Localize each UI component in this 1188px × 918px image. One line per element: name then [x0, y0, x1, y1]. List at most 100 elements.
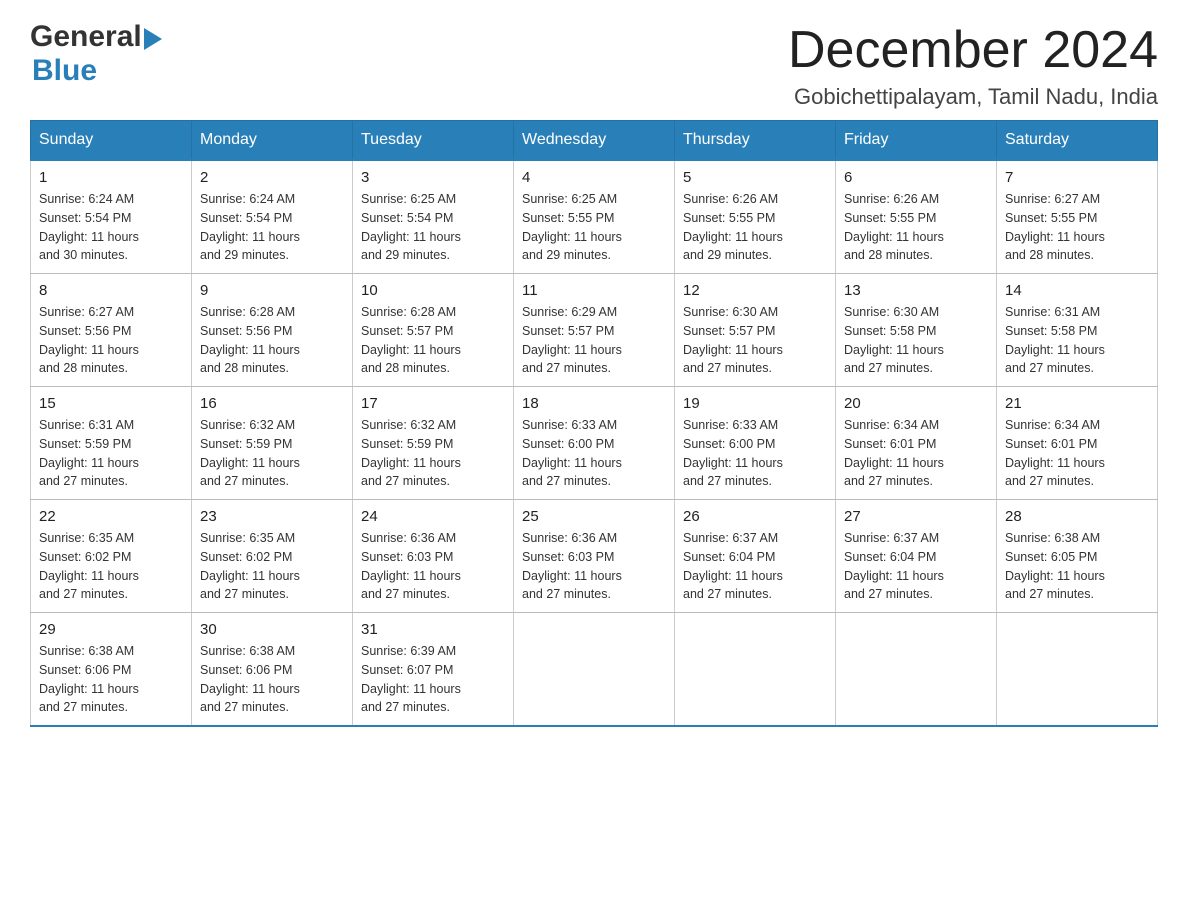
day-number: 25 — [522, 508, 666, 525]
header-tuesday: Tuesday — [353, 121, 514, 161]
calendar-cell: 20 Sunrise: 6:34 AM Sunset: 6:01 PM Dayl… — [836, 387, 997, 500]
day-number: 23 — [200, 508, 344, 525]
day-info: Sunrise: 6:34 AM Sunset: 6:01 PM Dayligh… — [1005, 416, 1149, 491]
calendar-cell: 26 Sunrise: 6:37 AM Sunset: 6:04 PM Dayl… — [675, 500, 836, 613]
logo: General Blue — [30, 20, 162, 88]
day-number: 28 — [1005, 508, 1149, 525]
calendar-cell: 19 Sunrise: 6:33 AM Sunset: 6:00 PM Dayl… — [675, 387, 836, 500]
day-number: 5 — [683, 169, 827, 186]
calendar-week-2: 8 Sunrise: 6:27 AM Sunset: 5:56 PM Dayli… — [31, 274, 1158, 387]
header-wednesday: Wednesday — [514, 121, 675, 161]
day-info: Sunrise: 6:39 AM Sunset: 6:07 PM Dayligh… — [361, 642, 505, 717]
day-number: 31 — [361, 621, 505, 638]
day-info: Sunrise: 6:38 AM Sunset: 6:05 PM Dayligh… — [1005, 529, 1149, 604]
calendar-cell: 6 Sunrise: 6:26 AM Sunset: 5:55 PM Dayli… — [836, 160, 997, 274]
calendar-cell: 30 Sunrise: 6:38 AM Sunset: 6:06 PM Dayl… — [192, 613, 353, 727]
day-number: 4 — [522, 169, 666, 186]
day-info: Sunrise: 6:28 AM Sunset: 5:56 PM Dayligh… — [200, 303, 344, 378]
day-number: 14 — [1005, 282, 1149, 299]
day-number: 18 — [522, 395, 666, 412]
calendar-table: Sunday Monday Tuesday Wednesday Thursday… — [30, 120, 1158, 727]
logo-blue-text: Blue — [32, 54, 97, 87]
day-number: 24 — [361, 508, 505, 525]
day-number: 13 — [844, 282, 988, 299]
calendar-cell: 9 Sunrise: 6:28 AM Sunset: 5:56 PM Dayli… — [192, 274, 353, 387]
month-title: December 2024 — [788, 20, 1158, 80]
day-number: 3 — [361, 169, 505, 186]
calendar-cell: 4 Sunrise: 6:25 AM Sunset: 5:55 PM Dayli… — [514, 160, 675, 274]
day-info: Sunrise: 6:26 AM Sunset: 5:55 PM Dayligh… — [844, 190, 988, 265]
day-number: 1 — [39, 169, 183, 186]
day-info: Sunrise: 6:27 AM Sunset: 5:55 PM Dayligh… — [1005, 190, 1149, 265]
day-info: Sunrise: 6:24 AM Sunset: 5:54 PM Dayligh… — [200, 190, 344, 265]
calendar-week-4: 22 Sunrise: 6:35 AM Sunset: 6:02 PM Dayl… — [31, 500, 1158, 613]
calendar-cell: 13 Sunrise: 6:30 AM Sunset: 5:58 PM Dayl… — [836, 274, 997, 387]
calendar-cell: 14 Sunrise: 6:31 AM Sunset: 5:58 PM Dayl… — [997, 274, 1158, 387]
day-info: Sunrise: 6:32 AM Sunset: 5:59 PM Dayligh… — [361, 416, 505, 491]
calendar-cell: 12 Sunrise: 6:30 AM Sunset: 5:57 PM Dayl… — [675, 274, 836, 387]
day-info: Sunrise: 6:38 AM Sunset: 6:06 PM Dayligh… — [200, 642, 344, 717]
header-monday: Monday — [192, 121, 353, 161]
header-friday: Friday — [836, 121, 997, 161]
header-saturday: Saturday — [997, 121, 1158, 161]
calendar-cell: 25 Sunrise: 6:36 AM Sunset: 6:03 PM Dayl… — [514, 500, 675, 613]
day-info: Sunrise: 6:35 AM Sunset: 6:02 PM Dayligh… — [200, 529, 344, 604]
calendar-cell: 22 Sunrise: 6:35 AM Sunset: 6:02 PM Dayl… — [31, 500, 192, 613]
day-number: 19 — [683, 395, 827, 412]
calendar-cell: 31 Sunrise: 6:39 AM Sunset: 6:07 PM Dayl… — [353, 613, 514, 727]
calendar-cell: 17 Sunrise: 6:32 AM Sunset: 5:59 PM Dayl… — [353, 387, 514, 500]
day-info: Sunrise: 6:26 AM Sunset: 5:55 PM Dayligh… — [683, 190, 827, 265]
day-info: Sunrise: 6:25 AM Sunset: 5:54 PM Dayligh… — [361, 190, 505, 265]
day-number: 15 — [39, 395, 183, 412]
calendar-cell — [675, 613, 836, 727]
day-info: Sunrise: 6:24 AM Sunset: 5:54 PM Dayligh… — [39, 190, 183, 265]
calendar-cell: 27 Sunrise: 6:37 AM Sunset: 6:04 PM Dayl… — [836, 500, 997, 613]
calendar-cell: 2 Sunrise: 6:24 AM Sunset: 5:54 PM Dayli… — [192, 160, 353, 274]
calendar-cell: 10 Sunrise: 6:28 AM Sunset: 5:57 PM Dayl… — [353, 274, 514, 387]
day-info: Sunrise: 6:36 AM Sunset: 6:03 PM Dayligh… — [522, 529, 666, 604]
logo-arrow-icon — [144, 28, 162, 50]
calendar-cell: 24 Sunrise: 6:36 AM Sunset: 6:03 PM Dayl… — [353, 500, 514, 613]
day-info: Sunrise: 6:30 AM Sunset: 5:57 PM Dayligh… — [683, 303, 827, 378]
calendar-cell: 7 Sunrise: 6:27 AM Sunset: 5:55 PM Dayli… — [997, 160, 1158, 274]
day-number: 16 — [200, 395, 344, 412]
day-number: 27 — [844, 508, 988, 525]
calendar-cell: 23 Sunrise: 6:35 AM Sunset: 6:02 PM Dayl… — [192, 500, 353, 613]
calendar-cell — [836, 613, 997, 727]
day-info: Sunrise: 6:35 AM Sunset: 6:02 PM Dayligh… — [39, 529, 183, 604]
day-number: 8 — [39, 282, 183, 299]
calendar-cell: 16 Sunrise: 6:32 AM Sunset: 5:59 PM Dayl… — [192, 387, 353, 500]
day-info: Sunrise: 6:27 AM Sunset: 5:56 PM Dayligh… — [39, 303, 183, 378]
calendar-cell: 5 Sunrise: 6:26 AM Sunset: 5:55 PM Dayli… — [675, 160, 836, 274]
calendar-cell: 3 Sunrise: 6:25 AM Sunset: 5:54 PM Dayli… — [353, 160, 514, 274]
day-number: 30 — [200, 621, 344, 638]
day-info: Sunrise: 6:33 AM Sunset: 6:00 PM Dayligh… — [683, 416, 827, 491]
day-info: Sunrise: 6:33 AM Sunset: 6:00 PM Dayligh… — [522, 416, 666, 491]
header-thursday: Thursday — [675, 121, 836, 161]
logo-general-text: General — [30, 20, 142, 54]
calendar-cell — [997, 613, 1158, 727]
day-info: Sunrise: 6:29 AM Sunset: 5:57 PM Dayligh… — [522, 303, 666, 378]
calendar-cell — [514, 613, 675, 727]
day-info: Sunrise: 6:36 AM Sunset: 6:03 PM Dayligh… — [361, 529, 505, 604]
day-number: 17 — [361, 395, 505, 412]
day-info: Sunrise: 6:37 AM Sunset: 6:04 PM Dayligh… — [844, 529, 988, 604]
calendar-cell: 1 Sunrise: 6:24 AM Sunset: 5:54 PM Dayli… — [31, 160, 192, 274]
day-number: 22 — [39, 508, 183, 525]
day-info: Sunrise: 6:38 AM Sunset: 6:06 PM Dayligh… — [39, 642, 183, 717]
day-info: Sunrise: 6:31 AM Sunset: 5:58 PM Dayligh… — [1005, 303, 1149, 378]
location-title: Gobichettipalayam, Tamil Nadu, India — [788, 84, 1158, 110]
day-number: 29 — [39, 621, 183, 638]
day-number: 20 — [844, 395, 988, 412]
day-info: Sunrise: 6:31 AM Sunset: 5:59 PM Dayligh… — [39, 416, 183, 491]
calendar-week-1: 1 Sunrise: 6:24 AM Sunset: 5:54 PM Dayli… — [31, 160, 1158, 274]
calendar-cell: 28 Sunrise: 6:38 AM Sunset: 6:05 PM Dayl… — [997, 500, 1158, 613]
calendar-week-3: 15 Sunrise: 6:31 AM Sunset: 5:59 PM Dayl… — [31, 387, 1158, 500]
day-number: 26 — [683, 508, 827, 525]
calendar-cell: 8 Sunrise: 6:27 AM Sunset: 5:56 PM Dayli… — [31, 274, 192, 387]
day-number: 10 — [361, 282, 505, 299]
day-number: 21 — [1005, 395, 1149, 412]
day-info: Sunrise: 6:25 AM Sunset: 5:55 PM Dayligh… — [522, 190, 666, 265]
calendar-week-5: 29 Sunrise: 6:38 AM Sunset: 6:06 PM Dayl… — [31, 613, 1158, 727]
calendar-cell: 18 Sunrise: 6:33 AM Sunset: 6:00 PM Dayl… — [514, 387, 675, 500]
